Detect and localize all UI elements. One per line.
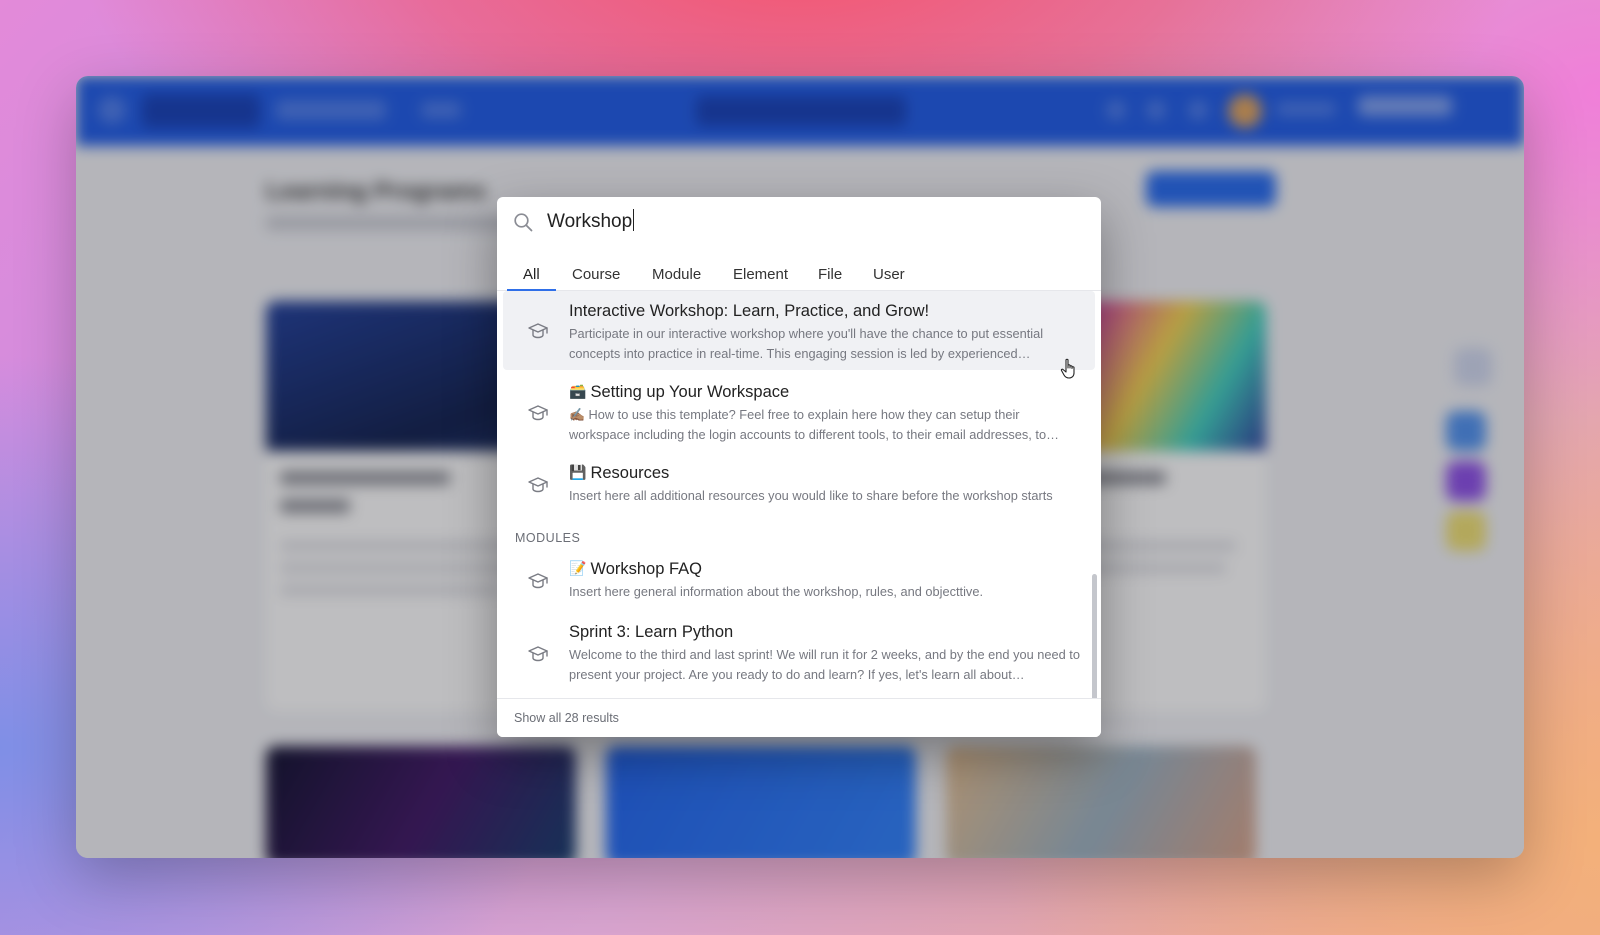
- search-icon: [514, 213, 533, 232]
- result-item[interactable]: Interactive Workshop: Learn, Practice, a…: [503, 291, 1095, 370]
- result-title-text: Resources: [590, 464, 670, 482]
- result-item[interactable]: 🗃️ Setting up Your Workspace ✍🏽 How to us…: [503, 373, 1095, 452]
- result-description: ✍🏽 How to use this template? Feel free t…: [569, 405, 1081, 445]
- tab-course[interactable]: Course: [572, 247, 620, 290]
- result-title-text: Setting up Your Workspace: [590, 383, 790, 401]
- graduation-cap-icon: [528, 573, 548, 589]
- result-description-text: How to use this template? Feel free to e…: [569, 407, 1059, 442]
- result-description: Insert here all additional resources you…: [569, 488, 1053, 503]
- result-title: Interactive Workshop: Learn, Practice, a…: [569, 302, 930, 320]
- card-index-emoji: 🗃️: [569, 383, 587, 399]
- graduation-cap-icon: [528, 323, 548, 339]
- tab-file[interactable]: File: [818, 247, 842, 290]
- result-description: Participate in our interactive workshop …: [569, 326, 1044, 361]
- graduation-cap-icon: [528, 646, 548, 662]
- section-label-modules: MODULES: [515, 531, 581, 545]
- writing-hand-emoji: ✍🏽: [569, 407, 585, 422]
- result-item[interactable]: 📝 Workshop FAQ Insert here general inform…: [503, 550, 1095, 612]
- modal-footer: Show all 28 results: [497, 698, 1101, 737]
- text-caret: [633, 209, 635, 231]
- result-title-text: Workshop FAQ: [590, 560, 703, 578]
- show-all-results-link[interactable]: Show all 28 results: [514, 711, 619, 725]
- search-results: Interactive Workshop: Learn, Practice, a…: [497, 291, 1101, 698]
- result-title: 💾 Resources: [569, 464, 1081, 483]
- result-title: 📝 Workshop FAQ: [569, 560, 1081, 579]
- results-scrollbar[interactable]: [1092, 574, 1097, 712]
- result-description: Insert here general information about th…: [569, 584, 984, 599]
- tab-all[interactable]: All: [507, 247, 556, 291]
- result-title: Sprint 3: Learn Python: [569, 623, 734, 641]
- result-title: 🗃️ Setting up Your Workspace: [569, 383, 1081, 402]
- result-description: Welcome to the third and last sprint! We…: [569, 647, 1080, 682]
- hand-pointer-icon: [1060, 358, 1075, 379]
- memo-emoji: 📝: [569, 560, 587, 576]
- search-query: Workshop: [547, 211, 633, 232]
- tab-module[interactable]: Module: [652, 247, 701, 290]
- result-item[interactable]: Sprint 3: Learn Python Welcome to the th…: [503, 613, 1095, 695]
- tab-element[interactable]: Element: [733, 247, 788, 290]
- graduation-cap-icon: [528, 405, 548, 421]
- filter-tabs: All Course Module Element File User: [497, 247, 1101, 291]
- result-item[interactable]: 💾 Resources Insert here all additional re…: [503, 454, 1095, 516]
- search-input[interactable]: Workshop: [547, 205, 1067, 239]
- search-modal: Workshop All Course Module Element File …: [497, 197, 1101, 737]
- tab-user[interactable]: User: [873, 247, 905, 290]
- graduation-cap-icon: [528, 477, 548, 493]
- search-bar: Workshop: [497, 197, 1101, 248]
- floppy-disk-emoji: 💾: [569, 464, 587, 480]
